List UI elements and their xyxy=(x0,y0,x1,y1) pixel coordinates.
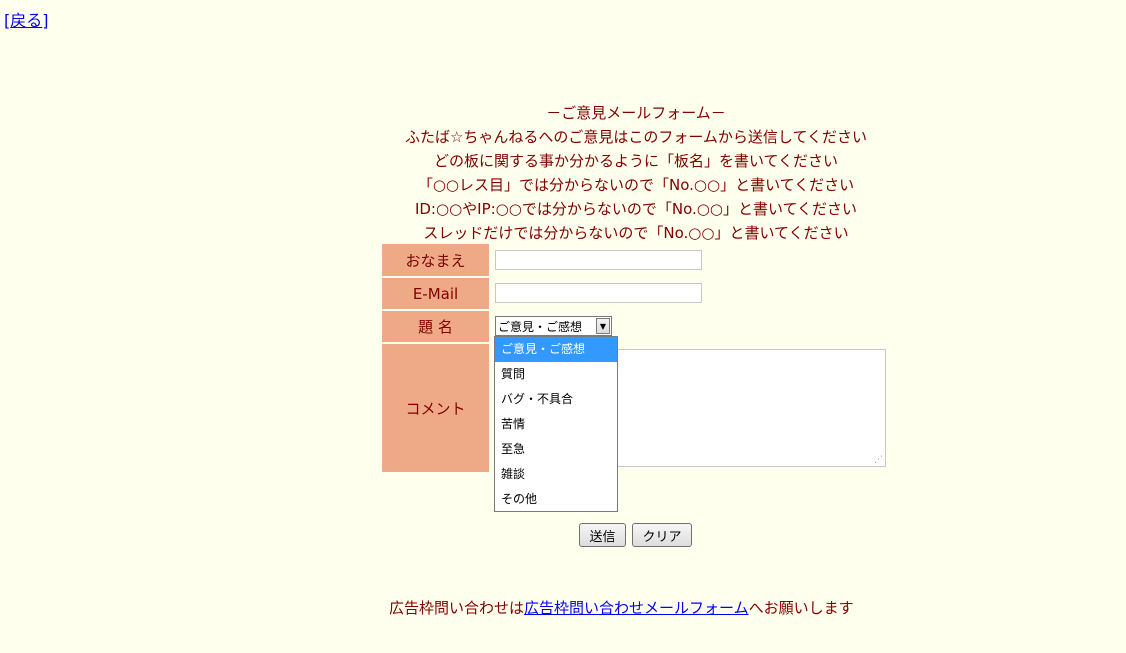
send-button[interactable]: 送信 xyxy=(579,523,626,547)
form-title: －ご意見メールフォーム－ xyxy=(546,104,726,122)
footer-text-after: へお願いします xyxy=(748,599,854,617)
subject-dropdown-list: ご意見・ご感想 質問 バグ・不具合 苦情 至急 雑談 その他 xyxy=(494,336,618,512)
subject-option[interactable]: 雑談 xyxy=(495,462,617,487)
page: [戻る] －ご意見メールフォーム－ ふたば☆ちゃんねるへのご意見はこのフォームか… xyxy=(0,0,1126,653)
name-field[interactable] xyxy=(495,250,702,270)
back-link[interactable]: 戻る xyxy=(10,11,42,30)
email-field[interactable] xyxy=(495,283,702,303)
subject-option[interactable]: その他 xyxy=(495,487,617,512)
back-nav: [戻る] xyxy=(4,7,49,31)
clear-button[interactable]: クリア xyxy=(632,523,692,547)
subject-label: 題 名 xyxy=(382,311,489,342)
subject-option[interactable]: ご意見・ご感想 xyxy=(495,337,617,362)
footer-text: 広告枠問い合わせは広告枠問い合わせメールフォームへお願いします xyxy=(389,597,854,618)
intro-line: 「○○レス目」では分からないので「No.○○」と書いてください xyxy=(417,176,855,194)
intro-line: スレッドだけでは分からないので「No.○○」と書いてください xyxy=(423,224,849,242)
resize-grip-icon[interactable]: ⋰ xyxy=(874,456,883,465)
name-label: おなまえ xyxy=(382,244,489,276)
ad-inquiry-link[interactable]: 広告枠問い合わせメールフォーム xyxy=(524,599,749,617)
email-label: E-Mail xyxy=(382,278,489,309)
comment-label: コメント xyxy=(382,344,489,472)
bracket-close: ] xyxy=(42,11,49,30)
intro-line: ID:○○やIP:○○では分からないので「No.○○」と書いてください xyxy=(414,200,858,218)
subject-option[interactable]: バグ・不具合 xyxy=(495,387,617,412)
subject-select[interactable]: ご意見・ご感想 ▼ xyxy=(495,316,612,336)
subject-option[interactable]: 至急 xyxy=(495,437,617,462)
intro-text: －ご意見メールフォーム－ ふたば☆ちゃんねるへのご意見はこのフォームから送信して… xyxy=(0,101,1126,245)
intro-line: どの板に関する事か分かるように「板名」を書いてください xyxy=(433,152,839,170)
subject-option[interactable]: 質問 xyxy=(495,362,617,387)
chevron-down-icon[interactable]: ▼ xyxy=(596,318,610,334)
subject-option[interactable]: 苦情 xyxy=(495,412,617,437)
intro-line: ふたば☆ちゃんねるへのご意見はこのフォームから送信してください xyxy=(404,128,868,146)
subject-selected-value: ご意見・ご感想 xyxy=(498,319,583,334)
footer-text-before: 広告枠問い合わせは xyxy=(389,599,525,617)
